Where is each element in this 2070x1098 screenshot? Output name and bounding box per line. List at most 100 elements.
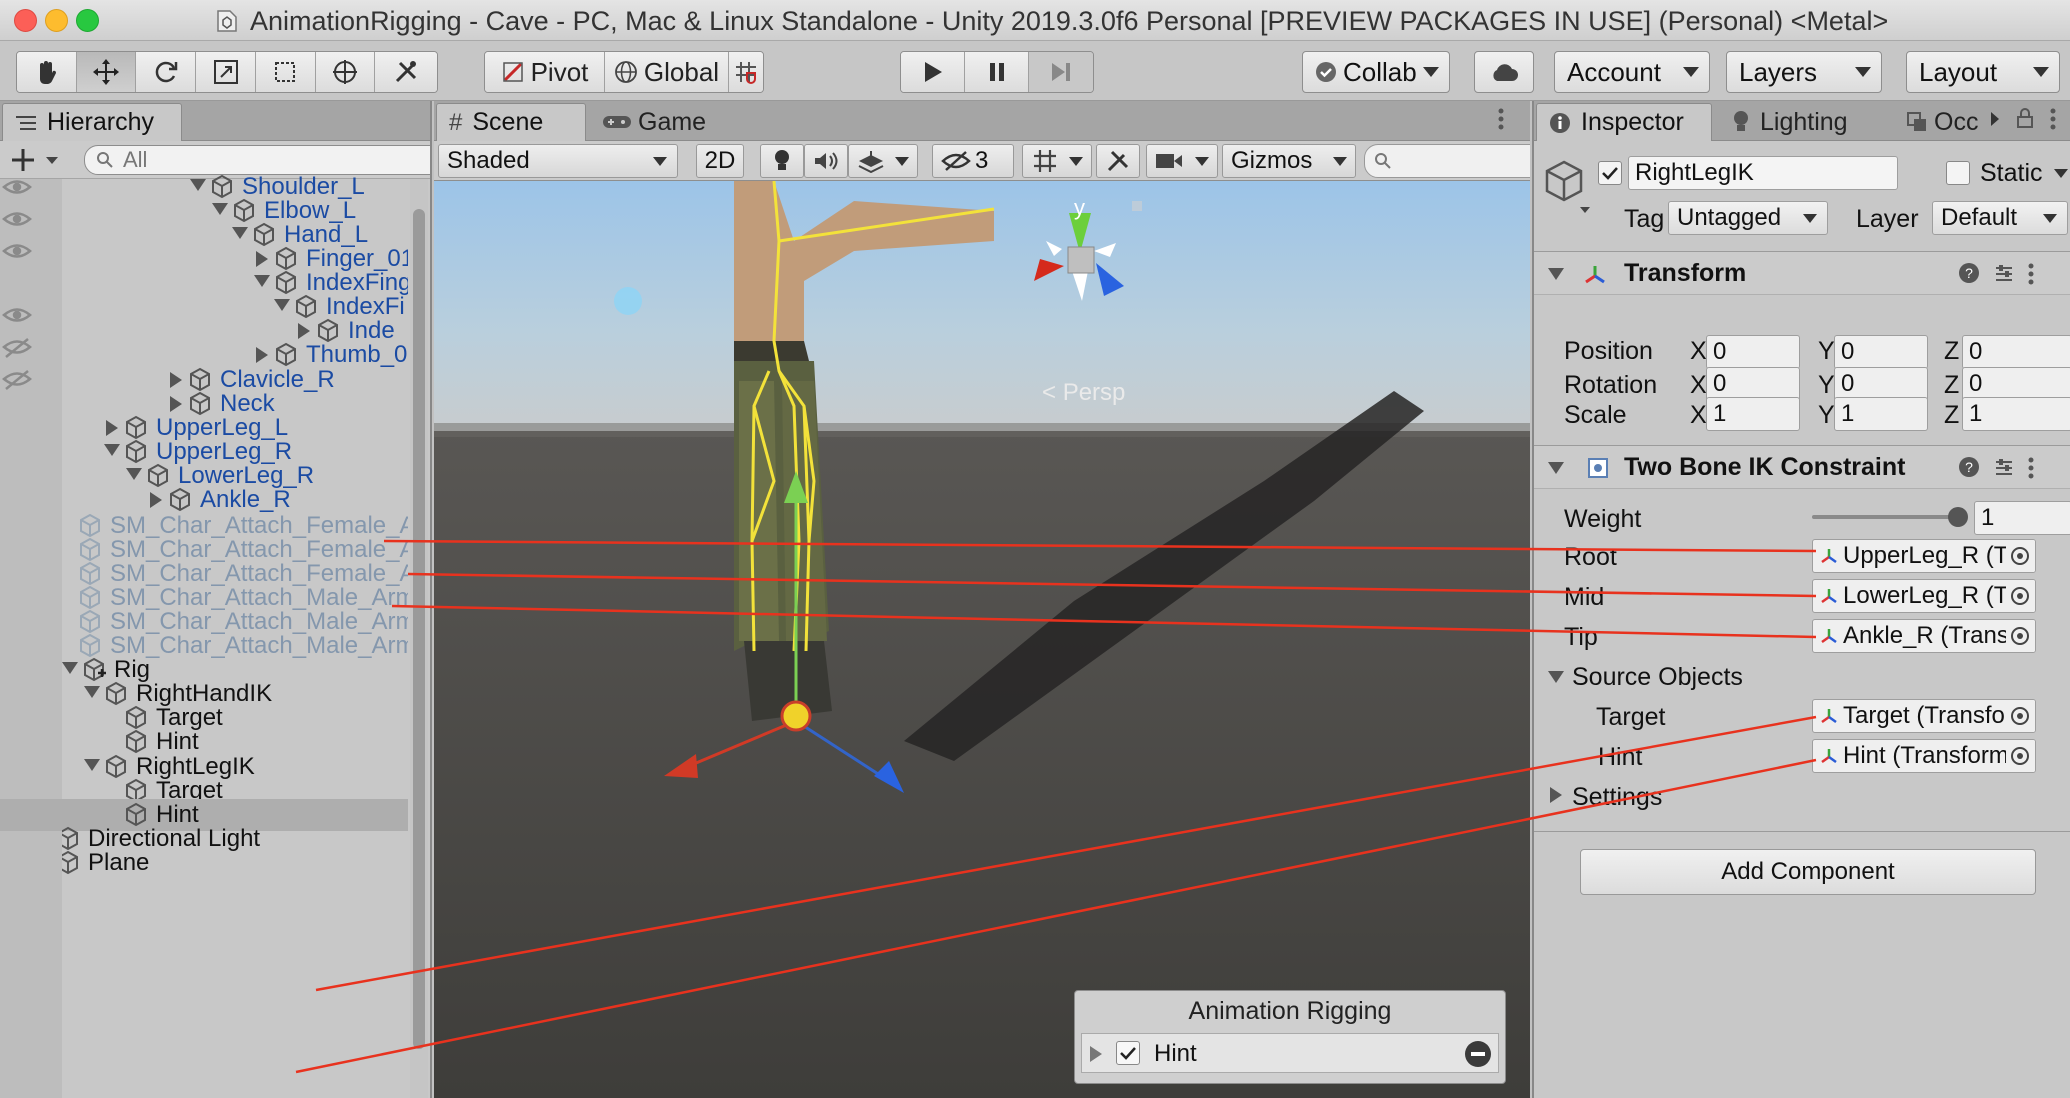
hierarchy-scroll-thumb[interactable]: [413, 209, 425, 1049]
layer-dropdown[interactable]: Default: [1932, 201, 2068, 235]
2d-toggle[interactable]: 2D: [696, 144, 744, 178]
tab-inspector[interactable]: Inspector: [1536, 103, 1712, 141]
position-y-field[interactable]: 0: [1834, 335, 1928, 369]
object-picker-icon[interactable]: [2006, 540, 2034, 572]
scene-viewport[interactable]: y < Persp: [434, 181, 1530, 1098]
scale-z-field[interactable]: 1: [1962, 397, 2070, 431]
target-object-field[interactable]: Target (Transforr: [1812, 699, 2036, 733]
tag-dropdown[interactable]: Untagged: [1668, 201, 1828, 235]
visibility-eye-icons[interactable]: [0, 179, 62, 1098]
kebab-menu-icon[interactable]: [1498, 107, 1504, 131]
pause-button[interactable]: [965, 52, 1029, 92]
collapse-arrow-icon[interactable]: [1548, 268, 1564, 280]
chevron-right-icon[interactable]: [1990, 111, 2000, 127]
lock-icon[interactable]: [2016, 107, 2034, 129]
close-window-button[interactable]: [14, 9, 37, 32]
hand-tool-button[interactable]: [17, 52, 77, 92]
step-button[interactable]: [1029, 52, 1093, 92]
play-button[interactable]: [901, 52, 965, 92]
tab-scene[interactable]: # Scene: [436, 103, 586, 141]
lighting-toggle[interactable]: [760, 144, 804, 178]
position-x-field[interactable]: 0: [1706, 335, 1800, 369]
tab-hierarchy[interactable]: Hierarchy: [2, 103, 182, 141]
expand-down-arrow-icon[interactable]: [84, 686, 100, 698]
help-icon[interactable]: ?: [1958, 456, 1980, 478]
tab-occlusion[interactable]: Occ: [1894, 103, 1990, 141]
snap-toggle[interactable]: [729, 52, 763, 92]
collapse-right-arrow-icon[interactable]: [170, 396, 182, 412]
settings-arrow-icon[interactable]: [1550, 787, 1562, 803]
hierarchy-scrollbar[interactable]: [410, 179, 428, 1098]
layers-dropdown[interactable]: Layers: [1726, 51, 1882, 93]
source-objects-arrow-icon[interactable]: [1548, 671, 1564, 683]
remove-button[interactable]: [1464, 1040, 1492, 1068]
pivot-toggle[interactable]: Pivot: [485, 52, 605, 92]
preset-icon[interactable]: [1992, 456, 2016, 480]
camera-dropdown[interactable]: [1146, 144, 1218, 178]
object-picker-icon[interactable]: [2006, 580, 2034, 612]
move-tool-button[interactable]: [76, 52, 137, 92]
expand-down-arrow-icon[interactable]: [62, 662, 78, 674]
create-dropdown[interactable]: [10, 145, 64, 175]
weight-slider-thumb[interactable]: [1948, 507, 1968, 527]
collapse-right-arrow-icon[interactable]: [170, 372, 182, 388]
collapse-arrow-icon[interactable]: [1548, 462, 1564, 474]
expand-arrow-icon[interactable]: [1090, 1046, 1102, 1062]
minimize-window-button[interactable]: [45, 9, 68, 32]
add-component-button[interactable]: Add Component: [1580, 849, 2036, 895]
grid-dropdown[interactable]: [1022, 144, 1092, 178]
object-picker-icon[interactable]: [2006, 700, 2034, 732]
tab-game[interactable]: Game: [590, 103, 720, 141]
layout-dropdown[interactable]: Layout: [1906, 51, 2060, 93]
global-toggle[interactable]: Global: [605, 52, 729, 92]
transform-tool-button[interactable]: [315, 52, 376, 92]
scale-x-field[interactable]: 1: [1706, 397, 1800, 431]
rotate-tool-button[interactable]: [136, 52, 197, 92]
weight-field[interactable]: 1: [1974, 501, 2070, 535]
source-objects-label[interactable]: Source Objects: [1572, 663, 1743, 692]
scale-y-field[interactable]: 1: [1834, 397, 1928, 431]
expand-down-arrow-icon[interactable]: [104, 444, 120, 456]
collapse-right-arrow-icon[interactable]: [256, 251, 268, 267]
settings-label[interactable]: Settings: [1572, 783, 1662, 812]
custom-tool-button[interactable]: [375, 52, 437, 92]
object-name-field[interactable]: RightLegIK: [1628, 156, 1898, 190]
mid-object-field[interactable]: LowerLeg_R (Tra: [1812, 579, 2036, 613]
expand-down-arrow-icon[interactable]: [190, 179, 206, 191]
hidden-objects-toggle[interactable]: 3: [932, 144, 1014, 178]
persp-label[interactable]: < Persp: [1042, 379, 1125, 407]
kebab-menu-icon[interactable]: [2028, 456, 2034, 480]
transform-header[interactable]: Transform ?: [1534, 251, 2070, 295]
audio-toggle[interactable]: [804, 144, 848, 178]
overlay-checkbox[interactable]: [1116, 1041, 1140, 1065]
rotation-y-field[interactable]: 0: [1834, 367, 1928, 401]
object-picker-icon[interactable]: [2006, 740, 2034, 772]
help-icon[interactable]: ?: [1958, 262, 1980, 284]
expand-down-arrow-icon[interactable]: [84, 759, 100, 771]
collapse-right-arrow-icon[interactable]: [150, 492, 162, 508]
position-z-field[interactable]: 0: [1962, 335, 2070, 369]
rotation-x-field[interactable]: 0: [1706, 367, 1800, 401]
root-object-field[interactable]: UpperLeg_R (Tra: [1812, 539, 2036, 573]
hint-object-field[interactable]: Hint (Transform): [1812, 739, 2036, 773]
gizmos-dropdown[interactable]: Gizmos: [1222, 144, 1356, 178]
weight-slider-track[interactable]: [1812, 515, 1960, 519]
expand-down-arrow-icon[interactable]: [254, 275, 270, 287]
two-bone-ik-header[interactable]: Two Bone IK Constraint ?: [1534, 445, 2070, 489]
account-dropdown[interactable]: Account: [1554, 51, 1710, 93]
tab-lighting[interactable]: Lighting: [1720, 103, 1890, 141]
expand-down-arrow-icon[interactable]: [126, 468, 142, 480]
scene-search-input[interactable]: [1364, 144, 1530, 178]
shading-mode-dropdown[interactable]: Shaded: [438, 144, 678, 178]
expand-down-arrow-icon[interactable]: [274, 299, 290, 311]
collapse-right-arrow-icon[interactable]: [256, 347, 268, 363]
overlay-effector-row[interactable]: Hint: [1081, 1033, 1499, 1073]
preset-icon[interactable]: [1992, 262, 2016, 286]
rect-tool-button[interactable]: [255, 52, 316, 92]
scale-tool-button[interactable]: [196, 52, 256, 92]
expand-down-arrow-icon[interactable]: [232, 227, 248, 239]
kebab-menu-icon[interactable]: [2028, 262, 2034, 286]
gameobject-icon[interactable]: [1544, 159, 1594, 215]
maximize-window-button[interactable]: [76, 9, 99, 32]
object-picker-icon[interactable]: [2006, 620, 2034, 652]
